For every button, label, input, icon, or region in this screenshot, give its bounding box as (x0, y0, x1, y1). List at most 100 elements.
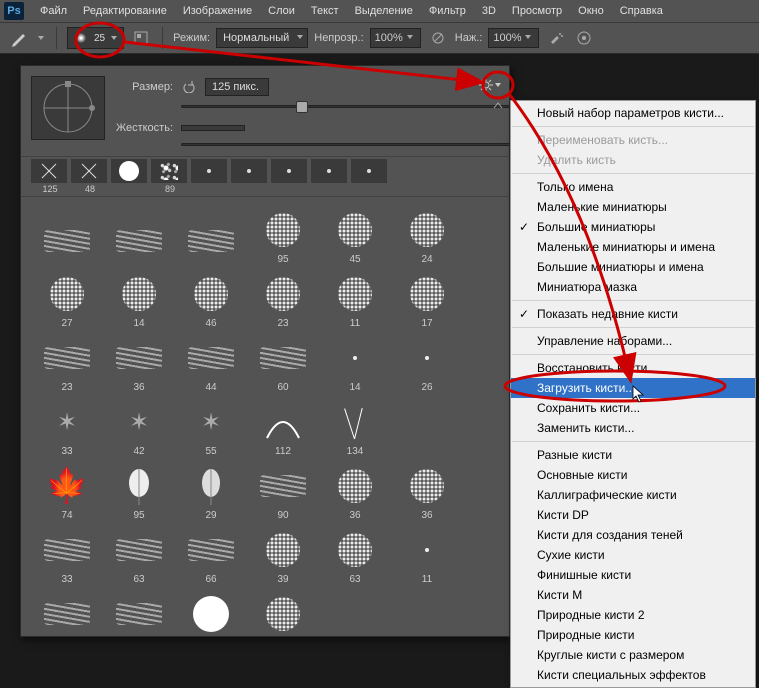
menu-item[interactable]: Фильтр (421, 2, 474, 20)
size-slider[interactable] (181, 100, 565, 114)
hardness-field[interactable] (181, 125, 245, 131)
flow-input[interactable]: 100% (488, 28, 539, 48)
panel-collapse-icon[interactable] (493, 100, 505, 112)
brush-preset-item[interactable] (175, 203, 247, 267)
menu-item[interactable]: Изображение (175, 2, 260, 20)
brush-preset-item[interactable]: 26 (391, 331, 463, 395)
brush-presets-grid[interactable]: 954524271446231117233644601426✶33✶42✶551… (21, 196, 509, 636)
menu-item[interactable]: Круглые кисти с размером (511, 645, 755, 665)
menu-item[interactable]: Маленькие миниатюры (511, 197, 755, 217)
brush-preset-item[interactable]: 66 (175, 523, 247, 587)
brush-preset-item[interactable] (391, 587, 463, 636)
recent-brush-item[interactable]: 89 (151, 159, 189, 194)
menu-item[interactable]: Разные кисти (511, 445, 755, 465)
recent-brush-item[interactable] (191, 159, 229, 194)
menu-item[interactable]: Заменить кисти... (511, 418, 755, 438)
recent-brush-item[interactable] (271, 159, 309, 194)
brush-preset-item[interactable]: ✶33 (31, 395, 103, 459)
brush-preset-item[interactable]: 23 (31, 331, 103, 395)
recent-brush-item[interactable]: 48 (71, 159, 109, 194)
reset-size-icon[interactable] (181, 79, 197, 95)
brush-preset-item[interactable]: ✶55 (175, 395, 247, 459)
brush-panel-toggle-icon[interactable] (130, 27, 152, 49)
brush-preset-item[interactable]: 14 (319, 331, 391, 395)
brush-preset-item[interactable]: 🍁74 (31, 459, 103, 523)
recent-brush-item[interactable] (111, 159, 149, 194)
recent-brush-item[interactable] (311, 159, 349, 194)
menu-item[interactable]: Маленькие миниатюры и имена (511, 237, 755, 257)
brush-tool-icon[interactable] (8, 27, 30, 49)
blend-mode-select[interactable]: Нормальный (216, 28, 308, 48)
menu-item[interactable]: Слои (260, 2, 303, 20)
menu-item[interactable]: Основные кисти (511, 465, 755, 485)
brush-preset-item[interactable]: 90 (247, 459, 319, 523)
brush-preset-item[interactable]: 36 (391, 459, 463, 523)
brush-preset-item[interactable]: 33 (31, 523, 103, 587)
menu-item[interactable]: Каллиграфические кисти (511, 485, 755, 505)
pressure-size-icon[interactable] (573, 27, 595, 49)
recent-brush-item[interactable] (351, 159, 389, 194)
brush-preset-item[interactable] (319, 587, 391, 636)
brush-preset-item[interactable]: 55 (175, 587, 247, 636)
brush-preset-item[interactable] (103, 203, 175, 267)
menu-item[interactable]: Кисти для создания теней (511, 525, 755, 545)
brush-preset-item[interactable]: 29 (175, 459, 247, 523)
menu-item[interactable]: Показать недавние кисти (511, 304, 755, 324)
menu-item[interactable]: Кисти M (511, 585, 755, 605)
brush-preset-item[interactable]: 23 (247, 267, 319, 331)
menu-item[interactable]: Природные кисти (511, 625, 755, 645)
menu-item[interactable]: Кисти DP (511, 505, 755, 525)
brush-preset-item[interactable] (31, 203, 103, 267)
gear-icon[interactable] (479, 76, 501, 94)
brush-preset-item[interactable]: 63 (103, 523, 175, 587)
menu-item[interactable]: Миниатюра мазка (511, 277, 755, 297)
menu-item[interactable]: Природные кисти 2 (511, 605, 755, 625)
menu-item[interactable]: 3D (474, 2, 504, 20)
menu-item[interactable]: Сухие кисти (511, 545, 755, 565)
brush-preset-item[interactable]: 63 (319, 523, 391, 587)
recent-brush-item[interactable]: 125 (31, 159, 69, 194)
brush-preset-item[interactable]: 95 (103, 459, 175, 523)
menu-item[interactable]: Файл (32, 2, 75, 20)
menu-item[interactable]: Кисти специальных эффектов (511, 665, 755, 685)
menu-item[interactable]: Редактирование (75, 2, 175, 20)
size-field[interactable]: 125 пикс. (205, 78, 269, 96)
menu-item[interactable]: Окно (570, 2, 612, 20)
menu-item[interactable]: Большие миниатюры (511, 217, 755, 237)
menu-item[interactable]: Восстановить кисти... (511, 358, 755, 378)
brush-size-dropdown[interactable]: 25 (67, 27, 124, 49)
brush-preset-item[interactable]: 60 (247, 331, 319, 395)
opacity-input[interactable]: 100% (370, 28, 421, 48)
tool-dropdown-arrow[interactable] (36, 34, 46, 42)
brush-preset-item[interactable] (391, 395, 463, 459)
airbrush-icon[interactable] (545, 27, 567, 49)
brush-preset-item[interactable]: 11 (319, 267, 391, 331)
brush-preset-item[interactable]: 95 (247, 203, 319, 267)
pressure-opacity-icon[interactable] (427, 27, 449, 49)
brush-preset-item[interactable]: 39 (31, 587, 103, 636)
brush-preset-item[interactable]: 11 (391, 523, 463, 587)
brush-preset-item[interactable]: 100 (247, 587, 319, 636)
brush-preset-item[interactable]: ✶42 (103, 395, 175, 459)
menu-item[interactable]: Большие миниатюры и имена (511, 257, 755, 277)
hardness-slider[interactable] (181, 138, 565, 152)
menu-item[interactable]: Финишные кисти (511, 565, 755, 585)
brush-preset-item[interactable]: 112 (247, 395, 319, 459)
brush-angle-control[interactable] (31, 76, 105, 140)
brush-preset-item[interactable]: 46 (175, 267, 247, 331)
brush-preset-item[interactable]: 14 (103, 267, 175, 331)
menu-item[interactable]: Управление наборами... (511, 331, 755, 351)
menu-item[interactable]: Просмотр (504, 2, 570, 20)
brush-preset-item[interactable]: 24 (391, 203, 463, 267)
brush-preset-item[interactable]: 134 (319, 395, 391, 459)
brush-preset-item[interactable]: 44 (175, 331, 247, 395)
menu-item[interactable]: Справка (612, 2, 671, 20)
brush-preset-item[interactable]: 45 (319, 203, 391, 267)
brush-preset-item[interactable]: 27 (31, 267, 103, 331)
brush-preset-item[interactable]: 48 (103, 587, 175, 636)
brush-preset-item[interactable]: 36 (103, 331, 175, 395)
menu-item[interactable]: Текст (303, 2, 347, 20)
brush-preset-item[interactable]: 17 (391, 267, 463, 331)
menu-item[interactable]: Выделение (347, 2, 421, 20)
brush-preset-item[interactable]: 36 (319, 459, 391, 523)
